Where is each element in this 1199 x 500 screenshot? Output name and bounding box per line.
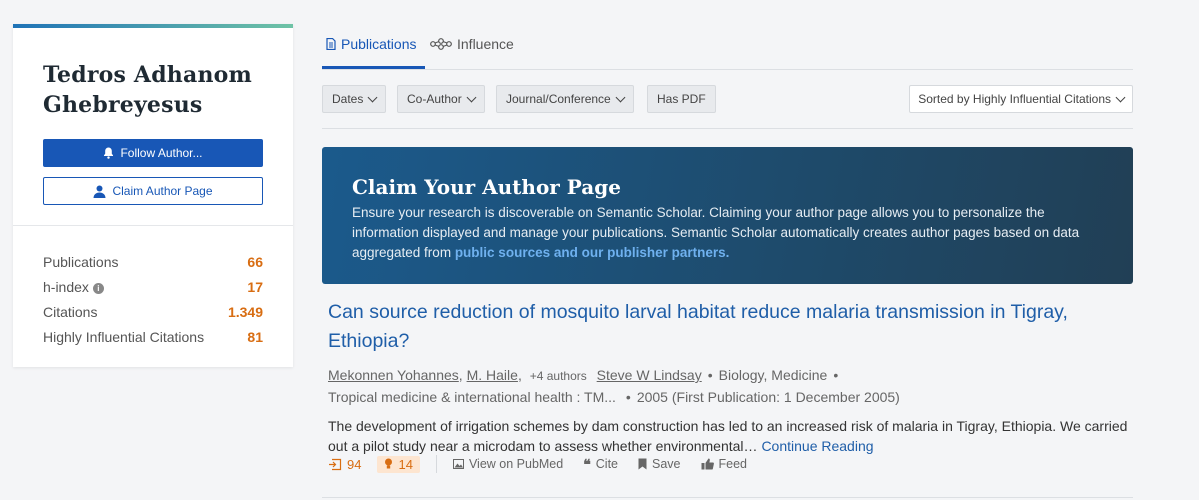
- sort-dropdown[interactable]: Sorted by Highly Influential Citations: [909, 85, 1133, 113]
- sort-label: Sorted by Highly Influential Citations: [918, 92, 1111, 106]
- banner-title: Claim Your Author Page: [352, 175, 621, 199]
- thumbs-up-icon: [701, 458, 714, 470]
- more-authors[interactable]: +4 authors: [530, 369, 587, 383]
- stat-label: Highly Influential Citations: [43, 328, 205, 345]
- paper-abstract: The development of irrigation schemes by…: [328, 416, 1133, 456]
- filter-has-pdf[interactable]: Has PDF: [647, 85, 716, 113]
- filter-dates[interactable]: Dates: [322, 85, 387, 113]
- tab-influence-label: Influence: [457, 36, 514, 52]
- feed-button[interactable]: Feed: [701, 457, 748, 471]
- claim-banner: Claim Your Author Page Ensure your resea…: [322, 147, 1133, 284]
- citation-icon: [328, 458, 342, 471]
- document-icon: [326, 38, 336, 50]
- abstract-text: The development of irrigation schemes by…: [328, 418, 1128, 454]
- view-on-pubmed-button[interactable]: View on PubMed: [452, 457, 564, 471]
- paper-result: Can source reduction of mosquito larval …: [328, 298, 1133, 473]
- user-icon: [93, 185, 106, 198]
- author-link[interactable]: Steve W Lindsay: [597, 367, 702, 383]
- author-link[interactable]: Mekonnen Yohannes: [328, 367, 459, 383]
- paper-fields: Biology, Medicine: [718, 367, 828, 383]
- author-stats: Publications 66 h-index i 17 Citations 1.…: [43, 249, 263, 349]
- filter-bar: Dates Co-Author Journal/Conference Has P…: [322, 85, 1133, 129]
- claim-author-label: Claim Author Page: [112, 184, 213, 198]
- stat-citations: Citations 1.349: [43, 299, 263, 324]
- network-icon: [430, 38, 452, 50]
- pubmed-label: View on PubMed: [468, 457, 564, 471]
- bell-icon: [103, 147, 114, 159]
- citations-count[interactable]: 94: [328, 457, 361, 472]
- chevron-down-icon: [466, 92, 477, 102]
- tab-publications-label: Publications: [341, 36, 417, 52]
- continue-reading-link[interactable]: Continue Reading: [761, 438, 873, 454]
- stat-h-index: h-index i 17: [43, 274, 263, 299]
- author-link[interactable]: M. Haile: [467, 367, 518, 383]
- feed-label: Feed: [718, 457, 748, 471]
- paper-meta: Mekonnen Yohannes, M. Haile, +4 authors …: [328, 367, 900, 405]
- stat-value: 66: [247, 253, 263, 270]
- filter-journal[interactable]: Journal/Conference: [496, 85, 634, 113]
- tab-influence[interactable]: Influence: [430, 36, 514, 52]
- author-card: Tedros Adhanom Ghebreyesus Follow Author…: [13, 24, 293, 367]
- stat-value: 17: [247, 278, 263, 295]
- banner-text: Ensure your research is discoverable on …: [352, 203, 1092, 263]
- cite-button[interactable]: ❝ Cite: [583, 456, 618, 473]
- lightbulb-icon: [384, 458, 393, 470]
- chevron-down-icon: [1115, 92, 1126, 102]
- claim-author-button[interactable]: Claim Author Page: [43, 177, 263, 205]
- stat-influential-citations: Highly Influential Citations 81: [43, 324, 263, 349]
- divider: [322, 497, 1133, 498]
- stat-label: h-index: [43, 278, 89, 295]
- stat-value: 81: [247, 328, 263, 345]
- author-name: Tedros Adhanom Ghebreyesus: [43, 62, 252, 118]
- filter-coauthor[interactable]: Co-Author: [397, 85, 485, 113]
- tab-bar: Publications Influence: [322, 24, 1133, 70]
- influential-citations-count[interactable]: 14: [377, 455, 420, 473]
- active-tab-indicator: [322, 66, 425, 69]
- chevron-down-icon: [367, 92, 378, 102]
- chevron-down-icon: [615, 92, 626, 102]
- save-label: Save: [652, 457, 681, 471]
- follow-author-button[interactable]: Follow Author...: [43, 139, 263, 167]
- filter-dates-label: Dates: [332, 92, 364, 106]
- divider: [435, 455, 437, 473]
- info-icon[interactable]: i: [92, 282, 104, 294]
- bookmark-icon: [638, 458, 647, 470]
- image-icon: [452, 459, 464, 469]
- quote-icon: ❝: [583, 455, 591, 472]
- card-divider: [13, 225, 293, 226]
- filter-has-pdf-label: Has PDF: [657, 92, 706, 106]
- filter-coauthor-label: Co-Author: [407, 92, 462, 106]
- follow-author-label: Follow Author...: [120, 146, 203, 160]
- paper-actions: 94 14 View on PubMed ❝ Cite Save Feed: [328, 455, 747, 473]
- tab-publications[interactable]: Publications: [326, 36, 417, 52]
- cite-label: Cite: [595, 457, 618, 471]
- paper-year: 2005 (First Publication: 1 December 2005…: [636, 389, 900, 405]
- stat-value: 1.349: [227, 303, 263, 320]
- citations-value: 94: [347, 456, 362, 472]
- stat-label: Citations: [43, 303, 98, 320]
- stat-publications: Publications 66: [43, 249, 263, 274]
- paper-title[interactable]: Can source reduction of mosquito larval …: [328, 298, 1118, 356]
- stat-label: Publications: [43, 253, 119, 270]
- filter-journal-label: Journal/Conference: [506, 92, 611, 106]
- paper-venue: Tropical medicine & international health…: [328, 389, 616, 405]
- influential-value: 14: [398, 456, 413, 472]
- save-button[interactable]: Save: [638, 457, 681, 471]
- banner-link[interactable]: public sources and our publisher partner…: [455, 245, 730, 260]
